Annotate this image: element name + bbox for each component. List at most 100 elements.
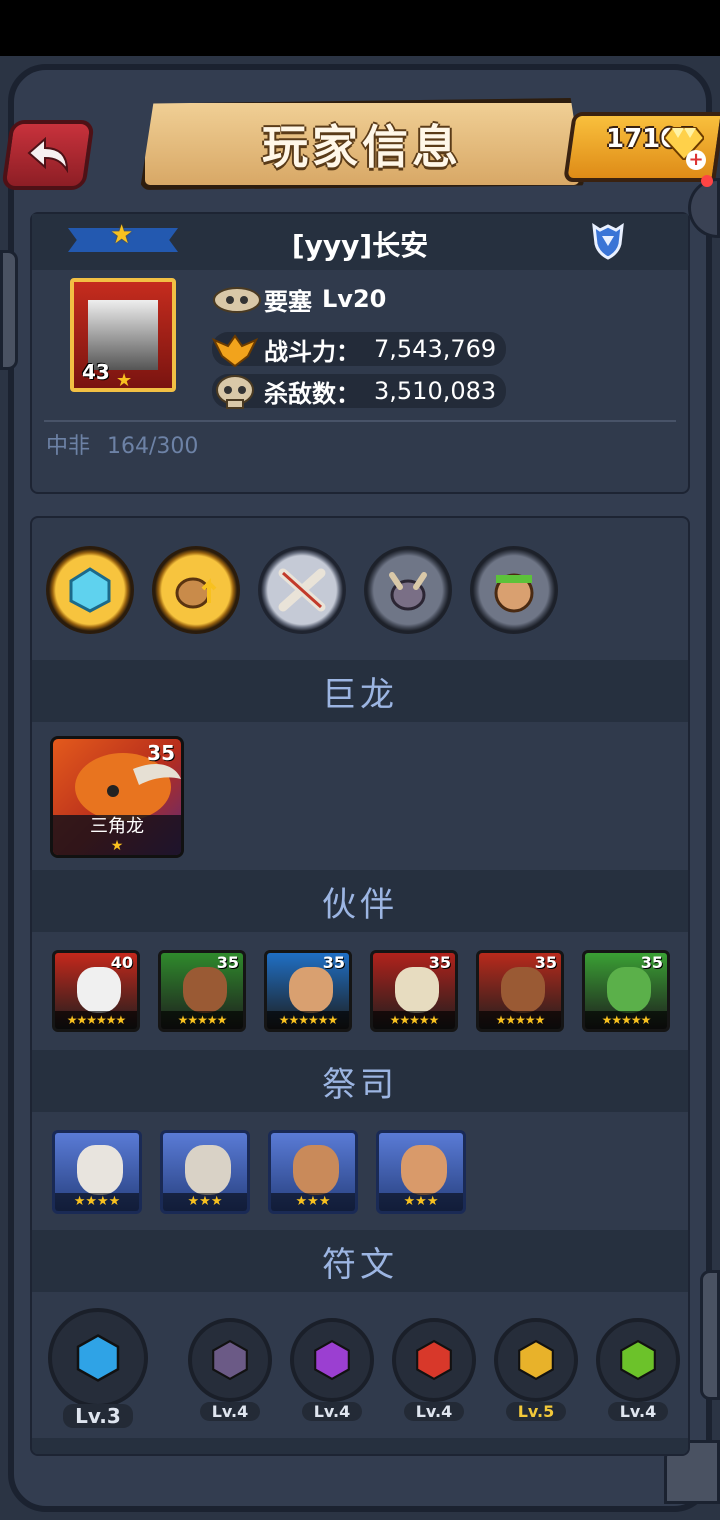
section-rune-title: 符文: [322, 1244, 398, 1285]
rune-slot[interactable]: Lv.3: [48, 1308, 148, 1428]
badge-ice-tower-icon[interactable]: [46, 546, 134, 634]
player-info-panel: ★ [yyy]长安 43 ★ 要塞 Lv20 战斗力： 7,543,769 杀敌…: [30, 212, 690, 494]
priest-card[interactable]: ★★★: [268, 1130, 358, 1214]
partner-card[interactable]: 35 ★★★★★: [476, 950, 564, 1032]
power-value: 7,543,769: [374, 335, 497, 363]
avatar-level: 43: [82, 360, 110, 384]
rune-hexagon-icon: [314, 1339, 350, 1381]
partner-stars: ★★★★★: [373, 1011, 455, 1029]
badge-warrior-face-icon[interactable]: [470, 546, 558, 634]
fortress-label: 要塞: [264, 287, 312, 316]
rune-slot[interactable]: Lv.4: [188, 1318, 272, 1421]
dragon-stars: ★: [110, 838, 124, 854]
priest-portrait-icon: [293, 1145, 339, 1195]
fortress-level: Lv20: [322, 285, 387, 313]
achievement-badges: [46, 546, 558, 638]
power-row: 战斗力： 7,543,769: [212, 332, 497, 368]
dragon-card[interactable]: 35 三角龙 ★: [50, 736, 184, 858]
partner-card[interactable]: 40 ★★★★★★: [52, 950, 140, 1032]
badge-beast-icon[interactable]: [364, 546, 452, 634]
partner-card[interactable]: 35 ★★★★★: [582, 950, 670, 1032]
back-arrow-icon: [27, 137, 69, 173]
badge-crossed-bones-icon[interactable]: [258, 546, 346, 634]
priest-card[interactable]: ★★★: [376, 1130, 466, 1214]
rune-level: Lv.4: [301, 1402, 363, 1421]
rune-slot[interactable]: Lv.5: [494, 1318, 578, 1421]
dragon-name: 三角龙: [90, 816, 144, 837]
rune-hexagon-icon: [76, 1334, 120, 1382]
warrior-face-icon: [494, 573, 534, 613]
frame-rock-right: [700, 1270, 720, 1400]
partner-level: 35: [428, 953, 451, 972]
notification-dot: [701, 175, 713, 187]
avatar-star-icon: ★: [116, 370, 133, 391]
rune-hexagon-icon: [416, 1339, 452, 1381]
beast-icon: [389, 572, 427, 611]
vip-progress: 164/300: [107, 434, 199, 459]
rune-gem-icon: [494, 1318, 578, 1402]
ice-tower-icon: [69, 567, 111, 613]
partner-portrait-icon: [395, 967, 439, 1013]
rune-slot[interactable]: Lv.4: [596, 1318, 680, 1421]
partner-stars: ★★★★★★: [55, 1011, 137, 1029]
rune-gem-icon: [596, 1318, 680, 1402]
partner-portrait-icon: [501, 967, 545, 1013]
kills-label: 杀敌数：: [264, 379, 360, 408]
partner-stars: ★★★★★: [161, 1011, 243, 1029]
add-gems-button[interactable]: +: [686, 150, 706, 170]
section-dragon-title: 巨龙: [322, 674, 398, 715]
priest-stars: ★★★: [379, 1193, 463, 1211]
section-partner-header: 伙伴: [32, 870, 688, 932]
partner-portrait-icon: [607, 967, 651, 1013]
back-button[interactable]: [1, 120, 95, 190]
partner-portrait-icon: [77, 967, 121, 1013]
partner-stars: ★★★★★: [479, 1011, 561, 1029]
partner-level: 35: [216, 953, 239, 972]
partner-card[interactable]: 35 ★★★★★: [158, 950, 246, 1032]
rune-gem-icon: [188, 1318, 272, 1402]
collection-panel: 巨龙 35 三角龙 ★ 伙伴 40 ★★★★★★ 35 ★★★★★ 35 ★★★★★★ 35…: [30, 516, 690, 1456]
partner-row: 40 ★★★★★★ 35 ★★★★★ 35 ★★★★★★ 35 ★★★★★ 35 ★★★★★ 35 ★…: [52, 950, 670, 1032]
power-label: 战斗力：: [264, 337, 360, 366]
crossed-bones-icon: [278, 568, 326, 612]
rune-level: Lv.4: [199, 1402, 261, 1421]
rune-slot[interactable]: Lv.4: [392, 1318, 476, 1421]
player-avatar[interactable]: 43 ★: [70, 278, 176, 392]
partner-level: 35: [534, 953, 557, 972]
partner-card[interactable]: 35 ★★★★★★: [264, 950, 352, 1032]
priest-card[interactable]: ★★★: [160, 1130, 250, 1214]
rune-gem-icon: [48, 1308, 148, 1408]
rune-hexagon-icon: [212, 1339, 248, 1381]
rune-level: Lv.4: [607, 1402, 669, 1421]
partner-level: 40: [110, 953, 133, 972]
rune-level: Lv.3: [63, 1404, 133, 1428]
section-rune-header: 符文: [32, 1230, 688, 1292]
rune-hexagon-icon: [620, 1339, 656, 1381]
partner-level: 35: [640, 953, 663, 972]
rune-gem-icon: [392, 1318, 476, 1402]
partner-stars: ★★★★★: [585, 1011, 667, 1029]
dragon-name-strip: 三角龙 ★: [53, 815, 181, 855]
section-partner-title: 伙伴: [322, 884, 398, 925]
fortress-skull-icon: [213, 287, 261, 313]
priest-portrait-icon: [401, 1145, 447, 1195]
partner-portrait-icon: [183, 967, 227, 1013]
priest-stars: ★★★: [271, 1193, 355, 1211]
priest-card[interactable]: ★★★★: [52, 1130, 142, 1214]
rune-hexagon-icon: [518, 1339, 554, 1381]
section-priest-header: 祭司: [32, 1050, 688, 1112]
dragon-level: 35: [147, 741, 175, 765]
priest-row: ★★★★ ★★★ ★★★ ★★★: [52, 1130, 466, 1214]
rune-gem-icon: [290, 1318, 374, 1402]
guild-shield-icon[interactable]: [588, 220, 628, 260]
partner-stars: ★★★★★★: [267, 1011, 349, 1029]
partner-card[interactable]: 35 ★★★★★: [370, 950, 458, 1032]
kills-value: 3,510,083: [374, 377, 497, 405]
rune-level: Lv.4: [403, 1402, 465, 1421]
phoenix-power-icon: [212, 334, 258, 368]
rune-level: Lv.5: [505, 1402, 567, 1421]
priest-stars: ★★★: [163, 1193, 247, 1211]
rune-slot[interactable]: Lv.4: [290, 1318, 374, 1421]
priest-portrait-icon: [77, 1145, 123, 1195]
badge-resource-bag-icon[interactable]: [152, 546, 240, 634]
